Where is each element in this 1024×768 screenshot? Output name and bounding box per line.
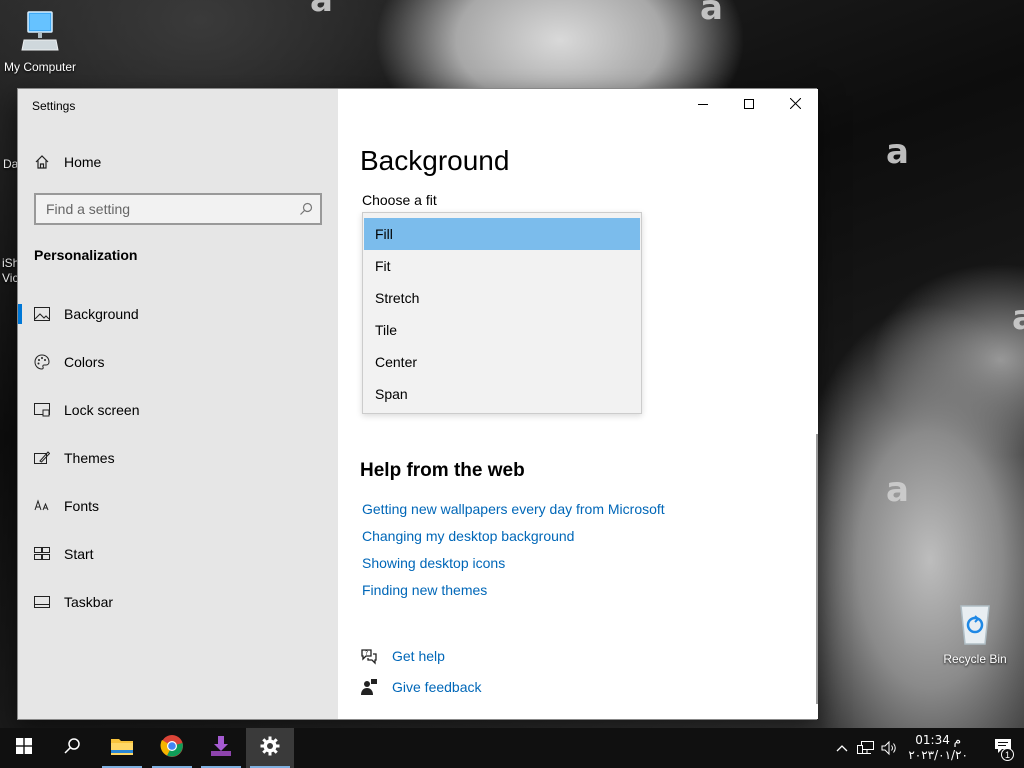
notification-count-badge: 1 — [1001, 748, 1014, 761]
fit-option-center[interactable]: Center — [364, 346, 640, 378]
my-computer-label: My Computer — [3, 60, 77, 74]
help-link-new-wallpapers[interactable]: Getting new wallpapers every day from Mi… — [362, 501, 665, 517]
nav-item-label: Themes — [64, 450, 115, 466]
search-icon[interactable] — [292, 202, 320, 216]
help-link-change-background[interactable]: Changing my desktop background — [362, 528, 574, 544]
settings-content-pane: Background Choose a fit Fill Fit Stretch… — [338, 89, 818, 719]
help-link-new-themes[interactable]: Finding new themes — [362, 582, 487, 598]
give-feedback-label: Give feedback — [392, 679, 482, 695]
partial-desktop-label: Vic — [2, 271, 19, 285]
settings-window: Settings Home Personalization Background — [17, 88, 818, 720]
nav-item-label: Colors — [64, 354, 105, 370]
fit-option-tile[interactable]: Tile — [364, 314, 640, 346]
nav-item-taskbar[interactable]: Taskbar — [18, 582, 338, 622]
windows-logo-icon — [16, 737, 32, 759]
fit-option-stretch[interactable]: Stretch — [364, 282, 640, 314]
action-center-button[interactable]: 1 — [982, 728, 1024, 768]
recycle-bin-label: Recycle Bin — [943, 652, 1007, 666]
nav-item-background[interactable]: Background — [18, 294, 338, 334]
clock-date: ٢٠٢٣/٠١/٢٠ — [908, 748, 968, 762]
watermark: a — [886, 132, 909, 172]
taskbar-icon — [34, 594, 50, 610]
system-tray: 01:34 م ٢٠٢٣/٠١/٢٠ 1 — [830, 728, 1024, 768]
fonts-icon — [34, 498, 50, 514]
search-input[interactable] — [36, 201, 292, 217]
give-feedback-link[interactable]: Give feedback — [360, 678, 482, 696]
watermark: a — [1012, 298, 1024, 338]
file-explorer-icon — [110, 736, 134, 761]
nav-item-themes[interactable]: Themes — [18, 438, 338, 478]
home-icon — [34, 154, 50, 170]
fit-option-fill[interactable]: Fill — [364, 218, 640, 250]
fit-option-span[interactable]: Span — [364, 378, 640, 410]
computer-icon — [0, 10, 80, 57]
maximize-button[interactable] — [726, 89, 772, 121]
maximize-icon — [744, 96, 754, 114]
nav-item-label: Start — [64, 546, 94, 562]
volume-icon[interactable] — [878, 728, 902, 768]
close-button[interactable] — [772, 89, 818, 121]
taskbar-settings[interactable] — [246, 728, 294, 768]
minimize-button[interactable] — [680, 89, 726, 121]
taskbar-file-explorer[interactable] — [98, 728, 146, 768]
nav-item-label: Taskbar — [64, 594, 114, 610]
nav-item-colors[interactable]: Colors — [18, 342, 338, 382]
clock[interactable]: 01:34 م ٢٠٢٣/٠١/٢٠ — [908, 733, 968, 763]
help-link-desktop-icons[interactable]: Showing desktop icons — [362, 555, 505, 571]
svg-text:?: ? — [365, 650, 368, 657]
nav-item-start[interactable]: Start — [18, 534, 338, 574]
search-box[interactable] — [34, 193, 322, 225]
page-title: Background — [360, 145, 510, 176]
settings-nav-pane: Settings Home Personalization Background — [18, 89, 338, 719]
chrome-icon — [160, 734, 184, 763]
search-icon — [63, 737, 81, 760]
nav-item-label: Fonts — [64, 498, 100, 514]
my-computer-shortcut[interactable]: My Computer — [0, 10, 80, 74]
nav-item-lock-screen[interactable]: Lock screen — [18, 390, 338, 430]
nav-item-fonts[interactable]: Fonts — [18, 486, 338, 526]
nav-item-label: Background — [64, 306, 139, 322]
window-title: Settings — [32, 99, 76, 113]
feedback-icon — [360, 678, 378, 696]
chevron-up-icon[interactable] — [830, 728, 854, 768]
picture-icon — [34, 306, 50, 322]
close-icon — [789, 96, 801, 114]
fit-option-fit[interactable]: Fit — [364, 250, 640, 282]
fit-dropdown-list[interactable]: Fill Fit Stretch Tile Center Span — [362, 212, 642, 414]
get-help-label: Get help — [392, 648, 445, 664]
download-icon — [209, 735, 233, 762]
recycle-bin-shortcut[interactable]: Recycle Bin — [935, 602, 1015, 666]
watermark: a — [310, 0, 333, 20]
content-scrollbar[interactable] — [816, 434, 818, 704]
get-help-link[interactable]: ? Get help — [360, 647, 445, 665]
taskbar-search-button[interactable] — [48, 728, 96, 768]
taskbar-chrome[interactable] — [148, 728, 196, 768]
nav-home-label: Home — [64, 154, 102, 170]
palette-icon — [34, 354, 50, 370]
help-section-title: Help from the web — [360, 460, 525, 481]
watermark: a — [700, 0, 723, 28]
nav-item-label: Lock screen — [64, 402, 140, 418]
nav-item-home[interactable]: Home — [18, 142, 338, 182]
nav-section-heading: Personalization — [34, 247, 138, 263]
get-help-icon: ? — [360, 647, 378, 665]
themes-icon — [34, 450, 50, 466]
network-icon[interactable] — [854, 728, 878, 768]
recycle-bin-icon — [935, 602, 1015, 649]
minimize-icon — [698, 96, 708, 114]
watermark: a — [886, 470, 909, 510]
clock-time: 01:34 م — [915, 733, 962, 747]
settings-icon — [260, 736, 280, 761]
start-icon — [34, 546, 50, 562]
taskbar-download-manager[interactable] — [197, 728, 245, 768]
start-button[interactable] — [0, 728, 48, 768]
lock-screen-icon — [34, 402, 50, 418]
taskbar: 01:34 م ٢٠٢٣/٠١/٢٠ 1 — [0, 728, 1024, 768]
fit-label: Choose a fit — [362, 192, 437, 208]
